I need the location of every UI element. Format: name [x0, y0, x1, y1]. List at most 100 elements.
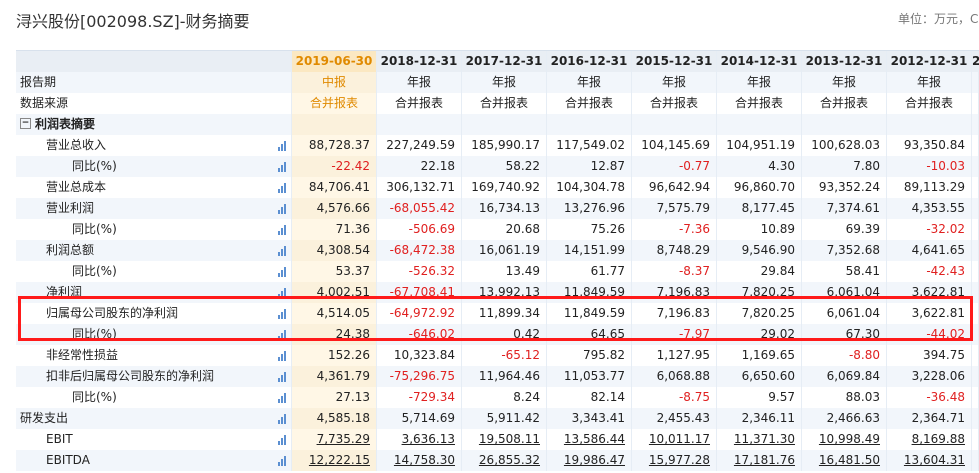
value-cell: 394.75: [887, 345, 972, 366]
value-cell: -68,055.42: [377, 198, 462, 219]
page-title: 浔兴股份[002098.SZ]-财务摘要: [16, 12, 250, 31]
value-cell: 3,228.06: [887, 366, 972, 387]
row-label-text: 同比(%): [72, 390, 117, 404]
row-label: − 利润表摘要: [16, 114, 292, 135]
row-label: 数据来源: [16, 93, 292, 114]
row-label: EBITDA: [16, 450, 292, 471]
table-cell: [972, 135, 979, 156]
value-cell: 8.24: [462, 387, 547, 408]
row-label-text: 利润总额: [46, 243, 95, 257]
collapse-toggle-icon[interactable]: −: [20, 118, 31, 129]
value-cell: 12,222.15: [292, 450, 377, 471]
value-cell: 16,481.50: [802, 450, 887, 471]
value-cell: -7.97: [632, 324, 717, 345]
header-label-cell: [16, 51, 292, 72]
value-cell: 22.18: [377, 156, 462, 177]
period-header: 2014-12-31: [717, 51, 802, 72]
bar-chart-icon[interactable]: [278, 372, 288, 382]
value-cell: 4,361.79: [292, 366, 377, 387]
value-cell: 8,177.45: [717, 198, 802, 219]
table-cell: [377, 114, 462, 135]
bar-chart-icon[interactable]: [278, 435, 288, 445]
value-cell: 13,992.13: [462, 282, 547, 303]
table-cell: [717, 114, 802, 135]
value-cell: 69.39: [802, 219, 887, 240]
value-cell: 14,758.30: [377, 450, 462, 471]
period-header: 2017-12-31: [462, 51, 547, 72]
row-label: 同比(%): [16, 387, 292, 408]
table-cell: [972, 345, 979, 366]
value-cell: 19,986.47: [547, 450, 632, 471]
period-header: 2016-12-31: [547, 51, 632, 72]
bar-chart-icon[interactable]: [278, 183, 288, 193]
table-cell: [972, 156, 979, 177]
value-cell: -44.02: [887, 324, 972, 345]
value-cell: -8.80: [802, 345, 887, 366]
value-cell: 169,740.92: [462, 177, 547, 198]
value-cell: -36.48: [887, 387, 972, 408]
value-cell: -75,296.75: [377, 366, 462, 387]
value-cell: -646.02: [377, 324, 462, 345]
row-label: 研发支出: [16, 408, 292, 429]
bar-chart-icon[interactable]: [278, 288, 288, 298]
value-cell: 29.02: [717, 324, 802, 345]
value-cell: -32.02: [887, 219, 972, 240]
bar-chart-icon[interactable]: [278, 141, 288, 151]
row-label-text: 营业利润: [46, 201, 95, 215]
value-cell: 10,323.84: [377, 345, 462, 366]
value-cell: 104,145.69: [632, 135, 717, 156]
bar-chart-icon[interactable]: [278, 225, 288, 235]
table-row: 净利润 4,002.51 -67,708.41 13,992.13 11,849.59 7…: [16, 282, 979, 303]
bar-chart-icon[interactable]: [278, 456, 288, 466]
value-cell: 7,352.68: [802, 240, 887, 261]
value-cell: 227,249.59: [377, 135, 462, 156]
bar-chart-icon[interactable]: [278, 414, 288, 424]
table-cell: [972, 177, 979, 198]
report-period-cell: 年报: [547, 72, 632, 93]
period-header: 2019-06-30: [292, 51, 377, 72]
value-cell: 16,734.13: [462, 198, 547, 219]
bar-chart-icon[interactable]: [278, 351, 288, 361]
value-cell: 20.68: [462, 219, 547, 240]
table-row: 营业总成本 84,706.41 306,132.71 169,740.92 104,30…: [16, 177, 979, 198]
bar-chart-icon[interactable]: [278, 330, 288, 340]
report-period-cell: 年报: [887, 72, 972, 93]
value-cell: 88,728.37: [292, 135, 377, 156]
value-cell: 4,641.65: [887, 240, 972, 261]
table-row: 营业利润 4,576.66 -68,055.42 16,734.13 13,276.96…: [16, 198, 979, 219]
value-cell: 7,820.25: [717, 303, 802, 324]
bar-chart-icon[interactable]: [278, 162, 288, 172]
value-cell: 7,735.29: [292, 429, 377, 450]
bar-chart-icon[interactable]: [278, 267, 288, 277]
table-cell: [972, 93, 979, 114]
row-label: 同比(%): [16, 324, 292, 345]
value-cell: 58.22: [462, 156, 547, 177]
value-cell: 13.49: [462, 261, 547, 282]
value-cell: 11,849.59: [547, 282, 632, 303]
value-cell: 4,576.66: [292, 198, 377, 219]
row-label-text: 营业总成本: [46, 180, 107, 194]
row-label-text: 同比(%): [72, 327, 117, 341]
value-cell: 17,181.76: [717, 450, 802, 471]
table-row: 同比(%) 71.36 -506.69 20.68 75.26 -7.36 10.89 69.…: [16, 219, 979, 240]
row-label: 营业总收入: [16, 135, 292, 156]
bar-chart-icon[interactable]: [278, 393, 288, 403]
value-cell: 11,849.59: [547, 303, 632, 324]
bar-chart-icon[interactable]: [278, 204, 288, 214]
period-header: 2013-12-31: [802, 51, 887, 72]
value-cell: 53.37: [292, 261, 377, 282]
value-cell: -10.03: [887, 156, 972, 177]
table-cell: [972, 303, 979, 324]
bar-chart-icon[interactable]: [278, 246, 288, 256]
table-row: EBIT 7,735.29 3,636.13 19,508.11 13,586.44 10…: [16, 429, 979, 450]
table-cell: [972, 198, 979, 219]
value-cell: 71.36: [292, 219, 377, 240]
value-cell: 8,169.88: [887, 429, 972, 450]
row-label: 扣非后归属母公司股东的净利润: [16, 366, 292, 387]
value-cell: 185,990.17: [462, 135, 547, 156]
value-cell: -22.42: [292, 156, 377, 177]
value-cell: 14,151.99: [547, 240, 632, 261]
bar-chart-icon[interactable]: [278, 309, 288, 319]
table-cell: [887, 114, 972, 135]
row-label: 营业总成本: [16, 177, 292, 198]
